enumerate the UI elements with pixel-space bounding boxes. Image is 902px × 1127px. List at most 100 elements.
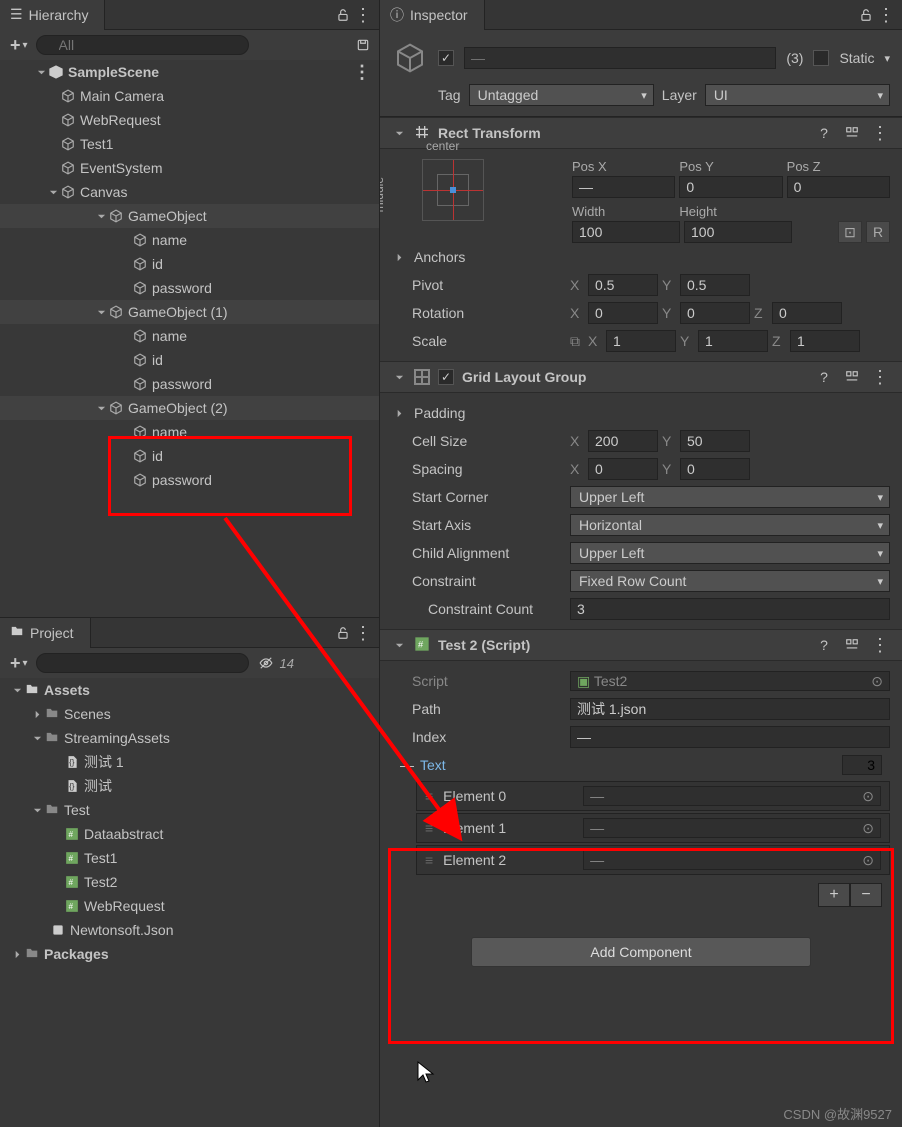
pivot-x[interactable]: [588, 274, 658, 296]
expand-arrow-icon[interactable]: [10, 950, 24, 959]
expand-arrow-icon[interactable]: [392, 409, 406, 418]
hierarchy-item[interactable]: GameObject (1): [0, 300, 379, 324]
scene-menu[interactable]: ⋮: [353, 67, 371, 77]
project-tab[interactable]: Project: [0, 618, 91, 648]
project-folder[interactable]: Test: [0, 798, 379, 822]
grid-enabled-checkbox[interactable]: [438, 369, 454, 385]
start-axis-dropdown[interactable]: Horizontal: [570, 514, 890, 536]
pos-y-input[interactable]: [679, 176, 782, 198]
tag-dropdown[interactable]: Untagged: [469, 84, 654, 106]
child-align-dropdown[interactable]: Upper Left: [570, 542, 890, 564]
object-picker-icon[interactable]: ⊙: [862, 820, 874, 837]
project-file[interactable]: #Test1: [0, 846, 379, 870]
create-dropdown[interactable]: +▾: [6, 33, 32, 58]
width-input[interactable]: [572, 221, 680, 243]
drag-handle-icon[interactable]: ≡: [425, 820, 433, 836]
help-icon[interactable]: ?: [814, 635, 834, 655]
static-checkbox[interactable]: [813, 50, 829, 66]
pivot-y[interactable]: [680, 274, 750, 296]
lock-icon[interactable]: [333, 5, 353, 25]
pos-x-input[interactable]: [572, 176, 675, 198]
preset-icon[interactable]: [842, 367, 862, 387]
expand-arrow-icon[interactable]: [10, 686, 24, 695]
hidden-icon[interactable]: [256, 653, 276, 673]
lock-icon[interactable]: [333, 623, 353, 643]
text-array-label[interactable]: Text: [420, 757, 842, 773]
hierarchy-item[interactable]: GameObject: [0, 204, 379, 228]
hierarchy-item[interactable]: Main Camera: [0, 84, 379, 108]
expand-arrow-icon[interactable]: [392, 373, 406, 382]
hierarchy-item[interactable]: EventSystem: [0, 156, 379, 180]
project-file[interactable]: {}测试: [0, 774, 379, 798]
expand-arrow-icon[interactable]: [30, 734, 44, 743]
height-input[interactable]: [684, 221, 792, 243]
expand-arrow-icon[interactable]: [30, 710, 44, 719]
static-dropdown-arrow[interactable]: ▾: [884, 52, 890, 65]
expand-arrow-icon[interactable]: [392, 129, 406, 138]
list-item[interactable]: ≡Element 2—⊙: [416, 845, 890, 875]
project-file[interactable]: #Test2: [0, 870, 379, 894]
component-menu[interactable]: ⋮: [870, 367, 890, 387]
expand-arrow-icon[interactable]: [94, 212, 108, 221]
project-search[interactable]: [36, 653, 249, 673]
help-icon[interactable]: ?: [814, 123, 834, 143]
inspector-tab[interactable]: ⓘ Inspector: [380, 0, 485, 30]
object-name-field[interactable]: [464, 47, 776, 69]
expand-arrow-icon[interactable]: [94, 404, 108, 413]
preset-icon[interactable]: [842, 635, 862, 655]
hierarchy-item[interactable]: WebRequest: [0, 108, 379, 132]
scale-link-icon[interactable]: ⧉: [570, 333, 580, 350]
hierarchy-item[interactable]: id: [0, 444, 379, 468]
lock-icon[interactable]: [856, 5, 876, 25]
object-picker-icon[interactable]: ⊙: [862, 788, 874, 805]
save-scene-icon[interactable]: [353, 35, 373, 55]
project-folder[interactable]: Assets: [0, 678, 379, 702]
drag-handle-icon[interactable]: ≡: [425, 788, 433, 804]
pos-z-input[interactable]: [787, 176, 890, 198]
scale-z[interactable]: [790, 330, 860, 352]
project-file[interactable]: #WebRequest: [0, 894, 379, 918]
list-remove-button[interactable]: −: [850, 883, 882, 907]
hierarchy-item[interactable]: name: [0, 420, 379, 444]
layer-dropdown[interactable]: UI: [705, 84, 890, 106]
component-menu[interactable]: ⋮: [870, 123, 890, 143]
project-menu[interactable]: ⋮: [353, 623, 373, 643]
constraint-count[interactable]: [570, 598, 890, 620]
project-folder[interactable]: Packages: [0, 942, 379, 966]
scale-y[interactable]: [698, 330, 768, 352]
expand-arrow-icon[interactable]: [30, 806, 44, 815]
component-menu[interactable]: ⋮: [870, 635, 890, 655]
hierarchy-item[interactable]: Test1: [0, 132, 379, 156]
project-create[interactable]: +▾: [6, 651, 32, 676]
grid-layout-header[interactable]: Grid Layout Group ? ⋮: [380, 361, 902, 393]
hierarchy-item[interactable]: name: [0, 228, 379, 252]
scene-row[interactable]: SampleScene ⋮: [0, 60, 379, 84]
help-icon[interactable]: ?: [814, 367, 834, 387]
rot-x[interactable]: [588, 302, 658, 324]
drag-handle-icon[interactable]: ≡: [425, 852, 433, 868]
object-picker-icon[interactable]: ⊙: [871, 673, 883, 690]
rot-z[interactable]: [772, 302, 842, 324]
anchor-preset[interactable]: [422, 159, 484, 221]
preset-icon[interactable]: [842, 123, 862, 143]
hierarchy-item[interactable]: password: [0, 276, 379, 300]
spacing-x[interactable]: [588, 458, 658, 480]
minus-icon[interactable]: —: [400, 757, 414, 773]
raw-edit-button[interactable]: R: [866, 221, 890, 243]
project-folder[interactable]: StreamingAssets: [0, 726, 379, 750]
list-item[interactable]: ≡Element 1—⊙: [416, 813, 890, 843]
add-component-button[interactable]: Add Component: [471, 937, 811, 967]
hierarchy-item[interactable]: Canvas: [0, 180, 379, 204]
hierarchy-item[interactable]: password: [0, 468, 379, 492]
constraint-dropdown[interactable]: Fixed Row Count: [570, 570, 890, 592]
blueprint-mode-button[interactable]: ⊡: [838, 221, 862, 243]
hierarchy-tab[interactable]: ☰ Hierarchy: [0, 0, 105, 30]
list-item[interactable]: ≡Element 0—⊙: [416, 781, 890, 811]
scale-x[interactable]: [606, 330, 676, 352]
cell-y[interactable]: [680, 430, 750, 452]
expand-arrow-icon[interactable]: [392, 641, 406, 650]
start-corner-dropdown[interactable]: Upper Left: [570, 486, 890, 508]
index-input[interactable]: [570, 726, 890, 748]
hierarchy-search[interactable]: [36, 35, 249, 55]
project-file[interactable]: #Dataabstract: [0, 822, 379, 846]
